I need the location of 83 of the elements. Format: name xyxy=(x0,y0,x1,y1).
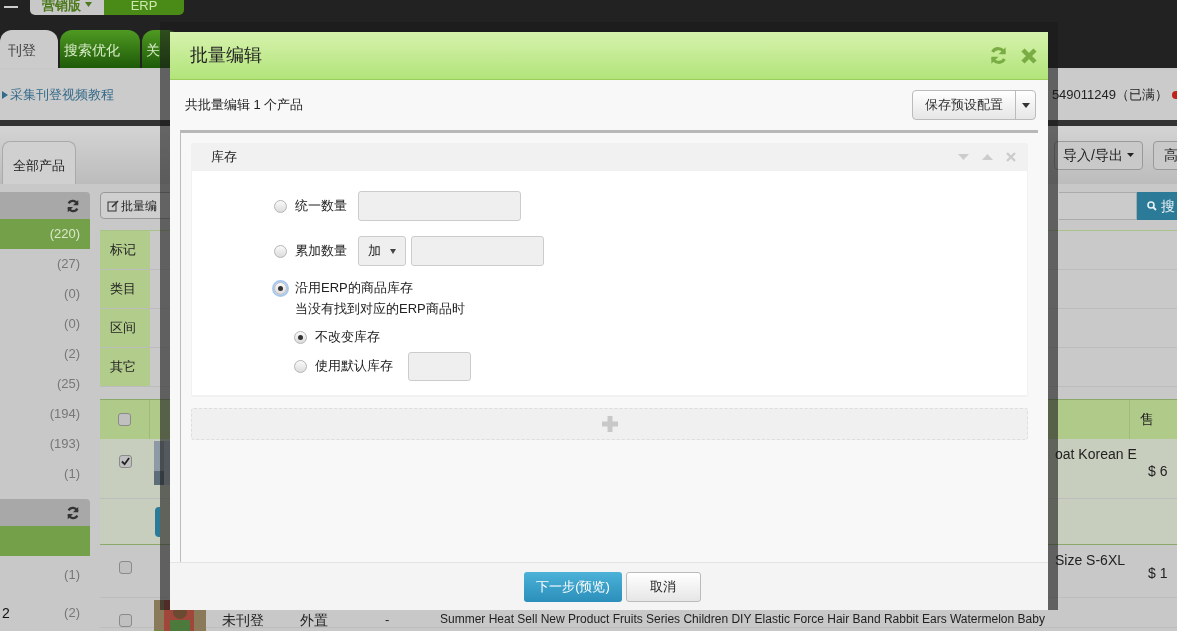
default-stock-field[interactable] xyxy=(408,351,471,381)
price-text: $ 6 xyxy=(1148,463,1168,479)
option-label: 累加数量 xyxy=(295,242,348,261)
video-icon xyxy=(2,91,8,99)
filter-label: 其它 xyxy=(100,348,150,386)
sidebar-item[interactable]: (0) xyxy=(0,279,90,309)
operation-select[interactable]: 加 xyxy=(358,236,406,266)
status-text: 未刊登 xyxy=(222,612,264,628)
count-text: (0) xyxy=(64,315,80,334)
quantity-field[interactable] xyxy=(411,236,544,266)
next-button[interactable]: 下一步(预览) xyxy=(524,571,622,602)
sidebar-item[interactable]: (1) xyxy=(0,556,90,594)
section-title: 库存 xyxy=(211,148,237,167)
count-text: (194) xyxy=(49,405,80,424)
sidebar-item[interactable]: (193) xyxy=(0,429,90,459)
main-tab[interactable]: 搜索优化 xyxy=(60,30,140,68)
sidebar-item[interactable] xyxy=(0,526,90,556)
plus-icon xyxy=(600,415,619,433)
tutorial-link[interactable]: 采集刊登视频教程 xyxy=(2,85,114,105)
radio-button[interactable] xyxy=(274,199,287,213)
source-text: 外置 xyxy=(300,612,328,628)
radio-button[interactable] xyxy=(294,330,307,344)
count-text: (1) xyxy=(64,465,80,484)
action-button[interactable] xyxy=(155,507,160,537)
caret-icon xyxy=(1127,153,1134,157)
add-section-button[interactable] xyxy=(191,408,1028,440)
count-text: (27) xyxy=(56,255,80,274)
search-icon xyxy=(1147,201,1157,211)
price-text: $ 1 xyxy=(1148,565,1168,581)
refresh-icon[interactable] xyxy=(66,505,80,520)
count-text: (2) xyxy=(64,604,80,623)
option-label: 使用默认库存 xyxy=(315,357,394,376)
main-tab[interactable]: 刊登 xyxy=(0,30,58,68)
close-icon[interactable] xyxy=(1020,46,1038,65)
sidebar-item[interactable]: (25) xyxy=(0,369,90,399)
edit-icon xyxy=(107,199,119,212)
sidebar-item[interactable]: (220) xyxy=(0,219,90,249)
summary-text: 共批量编辑 1 个产品 xyxy=(185,96,304,115)
product-tab[interactable]: 全部产品 xyxy=(2,141,76,184)
sidebar-item[interactable]: (0) xyxy=(0,309,90,339)
checkbox[interactable] xyxy=(118,614,132,627)
product-title: Summer Heat Sell New Product Fruits Series Children DIY Elastic Force Hair Band Rabbit Ears Watermelon Baby xyxy=(440,612,1045,626)
checkbox[interactable] xyxy=(118,413,131,426)
count-text: (0) xyxy=(64,285,80,304)
radio-button[interactable] xyxy=(274,244,287,258)
sidebar-item[interactable]: (27) xyxy=(0,249,90,279)
search-button[interactable]: 搜 xyxy=(1137,192,1177,220)
cancel-button[interactable]: 取消 xyxy=(625,571,701,602)
search-field[interactable] xyxy=(1059,192,1137,220)
sidebar-item[interactable]: (1) xyxy=(0,459,90,489)
count-text: (2) xyxy=(64,345,80,364)
option-label: 统一数量 xyxy=(295,197,348,216)
filter-label: 标记 xyxy=(100,231,150,269)
radio-button[interactable] xyxy=(294,359,307,373)
caret-down-icon[interactable] xyxy=(958,154,969,160)
caret-up-icon[interactable] xyxy=(982,154,993,160)
caret-icon xyxy=(1021,102,1030,108)
caret-icon xyxy=(85,2,92,7)
erp-tab[interactable]: ERP xyxy=(104,0,184,15)
count-text: (193) xyxy=(49,435,80,454)
advanced-button[interactable]: 高 xyxy=(1153,140,1177,170)
checkbox[interactable] xyxy=(118,561,132,574)
refresh-icon[interactable] xyxy=(66,198,80,213)
column-header: 售 xyxy=(1139,410,1155,429)
filter-label: 类目 xyxy=(100,270,150,308)
close-icon[interactable] xyxy=(1006,152,1016,162)
sidebar-label: 2 xyxy=(2,603,10,623)
count-text: (25) xyxy=(56,375,80,394)
sidebar-item[interactable]: (194) xyxy=(0,399,90,429)
count-text: (220) xyxy=(49,225,80,244)
dialog-title: 批量编辑 xyxy=(190,44,262,67)
filter-label: 区间 xyxy=(100,309,150,347)
table-cell: - xyxy=(385,612,390,627)
quantity-field[interactable] xyxy=(358,191,521,221)
count-text: (1) xyxy=(64,566,80,585)
sidebar-item[interactable]: 2 (2) xyxy=(0,594,90,631)
option-label: 不改变库存 xyxy=(315,328,381,347)
note-text: 当没有找到对应的ERP商品时 xyxy=(294,300,466,318)
sidebar-item[interactable]: (2) xyxy=(0,339,90,369)
checkbox[interactable] xyxy=(118,455,132,468)
caret-icon xyxy=(390,248,396,254)
radio-button[interactable] xyxy=(274,281,287,295)
option-label: 沿用ERP的商品库存 xyxy=(295,279,413,298)
